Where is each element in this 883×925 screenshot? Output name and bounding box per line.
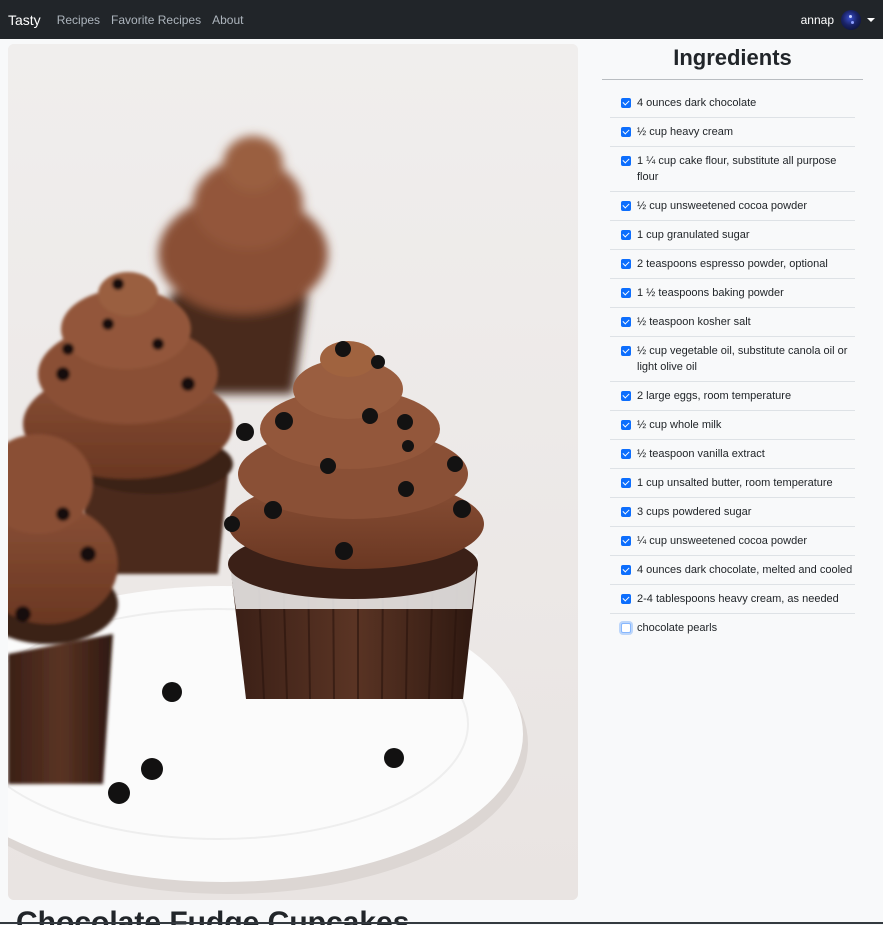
ingredient-item[interactable]: ½ teaspoon vanilla extract — [610, 440, 855, 469]
ingredient-item[interactable]: 4 ounces dark chocolate — [610, 89, 855, 118]
ingredient-item[interactable]: 2 teaspoons espresso powder, optional — [610, 250, 855, 279]
ingredient-checkbox[interactable] — [621, 201, 631, 211]
ingredient-label: 2 large eggs, room temperature — [637, 390, 792, 402]
ingredients-title: Ingredients — [602, 44, 863, 80]
nav-link-favorite-recipes[interactable]: Favorite Recipes — [111, 13, 201, 27]
ingredient-checkbox[interactable] — [621, 317, 631, 327]
ingredient-label: chocolate pearls — [637, 622, 718, 634]
ingredient-label: 1 cup unsalted butter, room temperature — [637, 477, 833, 489]
ingredient-item[interactable]: 2-4 tablespoons heavy cream, as needed — [610, 585, 855, 614]
divider — [0, 922, 883, 924]
ingredient-item[interactable]: ½ cup vegetable oil, substitute canola o… — [610, 337, 855, 382]
user-menu[interactable]: annap — [800, 9, 875, 30]
ingredient-checkbox[interactable] — [621, 594, 631, 604]
ingredient-checkbox[interactable] — [621, 259, 631, 269]
ingredient-label: ½ cup whole milk — [637, 419, 722, 431]
ingredient-item[interactable]: ½ cup heavy cream — [610, 118, 855, 147]
ingredient-label: 1 ¼ cup cake flour, substitute all purpo… — [637, 155, 837, 183]
ingredient-label: ½ teaspoon kosher salt — [637, 316, 751, 328]
navbar: Tasty Recipes Favorite Recipes About ann… — [0, 0, 883, 39]
ingredient-item[interactable]: 2 large eggs, room temperature — [610, 382, 855, 411]
nav-link-about[interactable]: About — [212, 13, 243, 27]
ingredient-label: ½ cup vegetable oil, substitute canola o… — [637, 345, 848, 373]
ingredient-checkbox[interactable] — [621, 565, 631, 575]
ingredient-checkbox[interactable] — [621, 449, 631, 459]
ingredient-checkbox[interactable] — [621, 346, 631, 356]
ingredient-item[interactable]: 3 cups powdered sugar — [610, 498, 855, 527]
ingredients-list: 4 ounces dark chocolate ½ cup heavy cream… — [610, 89, 855, 642]
avatar[interactable] — [841, 9, 861, 30]
ingredient-checkbox[interactable] — [621, 420, 631, 430]
username: annap — [800, 12, 834, 27]
ingredient-item[interactable]: ½ cup whole milk — [610, 411, 855, 440]
ingredient-item[interactable]: ¼ cup unsweetened cocoa powder — [610, 527, 855, 556]
ingredient-label: 1 cup granulated sugar — [637, 229, 750, 241]
ingredient-checkbox[interactable] — [621, 156, 631, 166]
ingredient-checkbox[interactable] — [621, 230, 631, 240]
ingredient-label: ½ cup unsweetened cocoa powder — [637, 200, 808, 212]
ingredient-item[interactable]: ½ teaspoon kosher salt — [610, 308, 855, 337]
ingredient-label: 2-4 tablespoons heavy cream, as needed — [637, 593, 839, 605]
ingredients-panel: Ingredients 4 ounces dark chocolate ½ cup… — [602, 44, 863, 642]
ingredient-checkbox[interactable] — [621, 127, 631, 137]
ingredient-checkbox[interactable] — [621, 536, 631, 546]
ingredient-label: 3 cups powdered sugar — [637, 506, 752, 518]
nav-link-recipes[interactable]: Recipes — [57, 13, 100, 27]
ingredient-item[interactable]: 1 ½ teaspoons baking powder — [610, 279, 855, 308]
ingredient-label: 4 ounces dark chocolate, melted and cool… — [637, 564, 853, 576]
ingredient-checkbox[interactable] — [621, 623, 631, 633]
ingredient-label: 2 teaspoons espresso powder, optional — [637, 258, 828, 270]
ingredient-checkbox[interactable] — [621, 288, 631, 298]
ingredient-item[interactable]: 1 cup unsalted butter, room temperature — [610, 469, 855, 498]
ingredient-item[interactable]: 4 ounces dark chocolate, melted and cool… — [610, 556, 855, 585]
ingredient-item[interactable]: 1 ¼ cup cake flour, substitute all purpo… — [610, 147, 855, 192]
ingredient-checkbox[interactable] — [621, 478, 631, 488]
ingredient-item[interactable]: ½ cup unsweetened cocoa powder — [610, 192, 855, 221]
ingredient-label: 4 ounces dark chocolate — [637, 97, 757, 109]
ingredient-label: ½ teaspoon vanilla extract — [637, 448, 765, 460]
ingredient-item[interactable]: chocolate pearls — [610, 614, 855, 642]
ingredient-checkbox[interactable] — [621, 391, 631, 401]
ingredient-label: 1 ½ teaspoons baking powder — [637, 287, 784, 299]
chevron-down-icon[interactable] — [867, 17, 875, 22]
ingredient-item[interactable]: 1 cup granulated sugar — [610, 221, 855, 250]
ingredient-label: ¼ cup unsweetened cocoa powder — [637, 535, 808, 547]
ingredient-checkbox[interactable] — [621, 507, 631, 517]
ingredient-checkbox[interactable] — [621, 98, 631, 108]
brand-link[interactable]: Tasty — [8, 12, 41, 28]
recipe-image — [8, 44, 578, 900]
ingredient-label: ½ cup heavy cream — [637, 126, 733, 138]
